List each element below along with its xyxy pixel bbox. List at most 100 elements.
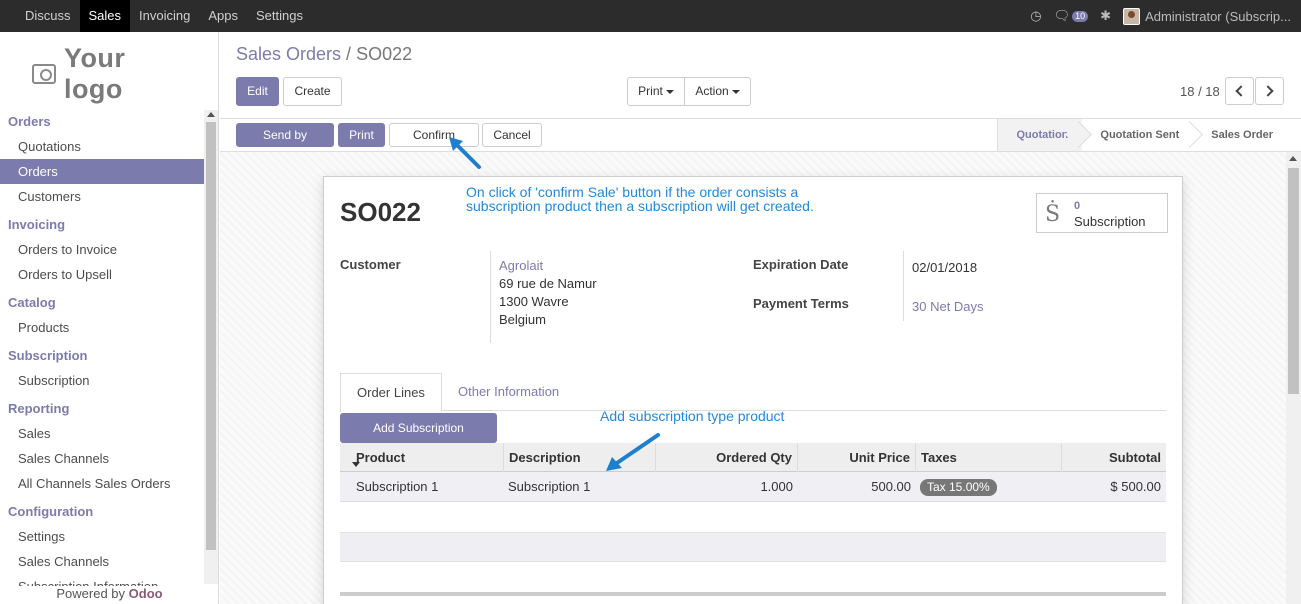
form-scrollbar[interactable] [1286, 152, 1301, 604]
step-sales-order[interactable]: Sales Order [1193, 119, 1287, 151]
customer-address: Agrolait 69 rue de Namur 1300 Wavre Belg… [499, 257, 597, 329]
table-footer [340, 592, 1166, 596]
subscription-icon: Ṡ [1045, 202, 1061, 227]
sidebar-item-orders-to-upsell[interactable]: Orders to Upsell [0, 262, 204, 287]
divider [490, 251, 491, 343]
create-button[interactable]: Create [283, 77, 342, 106]
sidebar-item-settings[interactable]: Settings [0, 524, 204, 549]
scroll-up-icon[interactable] [207, 112, 215, 117]
bug-icon[interactable]: ✱ [1100, 8, 1111, 24]
cancel-button[interactable]: Cancel [482, 123, 542, 147]
camera-icon [32, 64, 56, 84]
section-subscription[interactable]: Subscription [0, 344, 204, 368]
section-configuration[interactable]: Configuration [0, 500, 204, 524]
statusbar-print-button[interactable]: Print [338, 123, 385, 147]
sidebar-item-sales[interactable]: Sales [0, 421, 204, 446]
sidebar-item-quotations[interactable]: Quotations [0, 134, 204, 159]
print-dropdown[interactable]: Print [627, 77, 685, 106]
messages-count-badge: 10 [1072, 10, 1089, 22]
sidebar-item-orders-to-invoice[interactable]: Orders to Invoice [0, 237, 204, 262]
step-quotation[interactable]: Quotation [997, 119, 1083, 151]
empty-row [340, 502, 1166, 532]
tab-order-lines[interactable]: Order Lines [340, 373, 442, 412]
scrollbar-thumb[interactable] [206, 122, 216, 550]
section-invoicing[interactable]: Invoicing [0, 213, 204, 237]
payment-terms-value[interactable]: 30 Net Days [912, 298, 984, 316]
pager-previous-button[interactable] [1225, 77, 1254, 105]
action-dropdown-label: Action [695, 84, 729, 98]
cell-subtotal: $ 500.00 [1110, 479, 1161, 494]
pager-next-button[interactable] [1255, 77, 1284, 105]
scroll-up-icon[interactable] [1289, 156, 1297, 161]
messages-button[interactable]: 🗨 10 [1054, 8, 1089, 24]
col-product-label: Product [356, 450, 406, 465]
pager-value[interactable]: 18 / 18 [1180, 84, 1220, 99]
status-steps: Quotation Quotation Sent Sales Order [997, 119, 1287, 151]
menu-apps[interactable]: Apps [199, 0, 247, 32]
sidebar-item-all-channels[interactable]: All Channels Sales Orders [0, 471, 204, 496]
user-menu[interactable]: Administrator (Subscrip... [1123, 7, 1291, 25]
col-taxes[interactable]: Taxes [916, 443, 1062, 472]
table-row[interactable]: Subscription 1 Subscription 1 1.000 500.… [340, 472, 1166, 502]
breadcrumb-current: SO022 [356, 44, 413, 64]
form-sheet: SO022 On click of 'confirm Sale' button … [323, 176, 1183, 604]
col-subtotal[interactable]: Subtotal [1062, 443, 1166, 472]
sidebar-scrollbar[interactable] [204, 110, 218, 594]
send-by-email-button[interactable]: Send by Email [236, 123, 334, 164]
user-name: Administrator (Subscrip... [1145, 8, 1291, 24]
cell-description: Subscription 1 [508, 479, 591, 494]
logo-text: Your logo [63, 43, 126, 104]
step-quotation-sent[interactable]: Quotation Sent [1082, 119, 1193, 151]
menu-settings[interactable]: Settings [247, 0, 312, 32]
sidebar: Your logo Orders Quotations Orders Custo… [0, 32, 219, 604]
tax-badge: Tax 15.00% [920, 479, 997, 496]
annotation-confirm-line1: On click of 'confirm Sale' button if the… [466, 184, 799, 200]
powered-by-text: Powered by [56, 586, 126, 601]
breadcrumb-separator: / [341, 44, 357, 64]
top-navbar: Discuss Sales Invoicing Apps Settings ◷ … [0, 0, 1301, 32]
menu-sales[interactable]: Sales [79, 0, 131, 32]
avatar [1123, 7, 1141, 25]
app-menu: Discuss Sales Invoicing Apps Settings [16, 0, 312, 32]
sidebar-item-products[interactable]: Products [0, 315, 204, 340]
sidebar-item-config-sales-channels[interactable]: Sales Channels [0, 549, 204, 574]
customer-address-line3: Belgium [499, 312, 546, 327]
annotation-arrow-product [606, 433, 660, 471]
expiration-date-label: Expiration Date [753, 257, 849, 272]
col-product[interactable]: Product [340, 443, 504, 472]
chevron-down-icon [665, 89, 674, 94]
menu-invoicing[interactable]: Invoicing [130, 0, 199, 32]
print-dropdown-label: Print [638, 84, 663, 98]
section-orders[interactable]: Orders [0, 110, 204, 134]
table-header: Product Description Ordered Qty Unit Pri… [340, 443, 1166, 472]
expiration-date-value[interactable]: 02/01/2018 [912, 259, 977, 277]
annotation-confirm-note: On click of 'confirm Sale' button if the… [466, 185, 814, 213]
col-ordered-qty[interactable]: Ordered Qty [656, 443, 798, 472]
payment-terms-label: Payment Terms [753, 296, 849, 311]
cell-ordered-qty: 1.000 [760, 479, 793, 494]
annotation-confirm-line2: subscription product then a subscription… [466, 198, 814, 214]
subscription-smart-button[interactable]: Ṡ 0 Subscription [1036, 193, 1168, 233]
sidebar-item-customers[interactable]: Customers [0, 184, 204, 209]
add-subscription-product-button[interactable]: Add Subscription Product [340, 413, 497, 463]
section-catalog[interactable]: Catalog [0, 291, 204, 315]
breadcrumb-parent[interactable]: Sales Orders [236, 44, 341, 64]
sidebar-item-subscription[interactable]: Subscription [0, 368, 204, 393]
customer-address-line2: 1300 Wavre [499, 294, 569, 309]
cell-unit-price: 500.00 [871, 479, 911, 494]
scrollbar-thumb[interactable] [1288, 168, 1299, 394]
edit-button[interactable]: Edit [236, 77, 279, 106]
odoo-link[interactable]: Odoo [129, 586, 163, 601]
breadcrumb: Sales Orders / SO022 [236, 44, 412, 65]
clock-icon[interactable]: ◷ [1030, 8, 1041, 24]
sidebar-item-sales-channels[interactable]: Sales Channels [0, 446, 204, 471]
menu-discuss[interactable]: Discuss [16, 0, 80, 32]
customer-name-link[interactable]: Agrolait [499, 257, 597, 275]
sidebar-item-orders[interactable]: Orders [0, 159, 204, 184]
notebook-tabs: Order Lines Other Information [340, 373, 1166, 412]
section-reporting[interactable]: Reporting [0, 397, 204, 421]
tab-other-information[interactable]: Other Information [442, 373, 575, 412]
col-unit-price[interactable]: Unit Price [798, 443, 916, 472]
action-dropdown[interactable]: Action [684, 77, 751, 106]
annotation-arrow-confirm [449, 137, 481, 169]
